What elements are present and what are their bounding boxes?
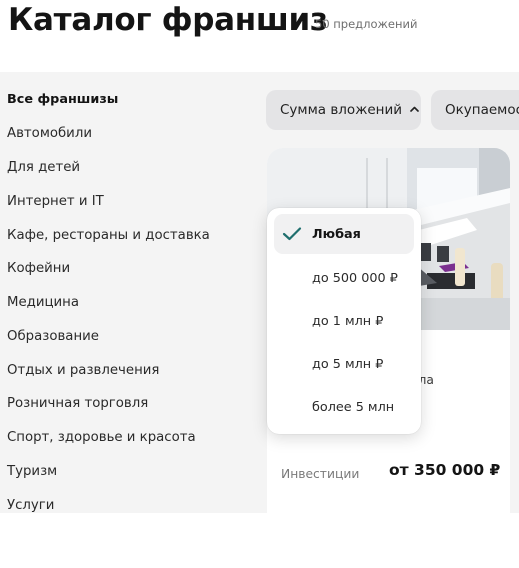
option-up-to-1m[interactable]: до 1 млн ₽ [274,301,414,341]
payback-filter-label: Окупаемость [445,102,519,118]
option-any-label: Любая [312,226,361,242]
sidebar-item-internet-it[interactable]: Интернет и IT [7,194,104,209]
option-up-to-5m-label: до 5 млн ₽ [312,356,384,372]
sidebar-item-kids[interactable]: Для детей [7,160,80,175]
sidebar-item-coffee[interactable]: Кофейни [7,261,70,276]
sidebar-item-retail[interactable]: Розничная торговля [7,396,148,411]
option-up-to-500k[interactable]: до 500 000 ₽ [274,258,414,298]
option-over-5m[interactable]: более 5 млн [274,387,414,427]
option-up-to-500k-label: до 500 000 ₽ [312,270,398,286]
offers-count: 50 предложений [315,17,418,31]
sidebar-item-cafes[interactable]: Кафе, рестораны и доставка [7,228,210,243]
investment-price: от 350 000 ₽ [389,461,501,479]
investment-dropdown-menu: Любая до 500 000 ₽ до 1 млн ₽ до 5 млн ₽… [267,208,421,434]
investment-filter-label: Сумма вложений [280,102,403,118]
sidebar-item-education[interactable]: Образование [7,329,99,344]
sidebar-item-sport[interactable]: Спорт, здоровье и красота [7,430,196,445]
sidebar-item-all[interactable]: Все франшизы [7,92,118,107]
option-any[interactable]: Любая [274,214,414,254]
page-header: Каталог франшиз 50 предложений [0,0,519,72]
catalog-content: Все франшизы Автомобили Для детей Интерн… [0,72,519,568]
investment-label: Инвестиции [281,467,360,481]
sidebar-item-services[interactable]: Услуги [7,498,54,513]
sidebar-item-leisure[interactable]: Отдых и развлечения [7,363,159,378]
option-up-to-5m[interactable]: до 5 млн ₽ [274,344,414,384]
check-icon [282,226,302,242]
sidebar-item-medicine[interactable]: Медицина [7,295,79,310]
sidebar-item-cars[interactable]: Автомобили [7,126,92,141]
investment-filter-button[interactable]: Сумма вложений [266,90,421,130]
option-over-5m-label: более 5 млн [312,399,395,415]
sidebar-item-tourism[interactable]: Туризм [7,464,57,479]
payback-filter-button[interactable]: Окупаемость [431,90,519,130]
option-up-to-1m-label: до 1 млн ₽ [312,313,384,329]
page-title: Каталог франшиз [8,2,328,38]
chevron-up-icon [410,105,419,115]
